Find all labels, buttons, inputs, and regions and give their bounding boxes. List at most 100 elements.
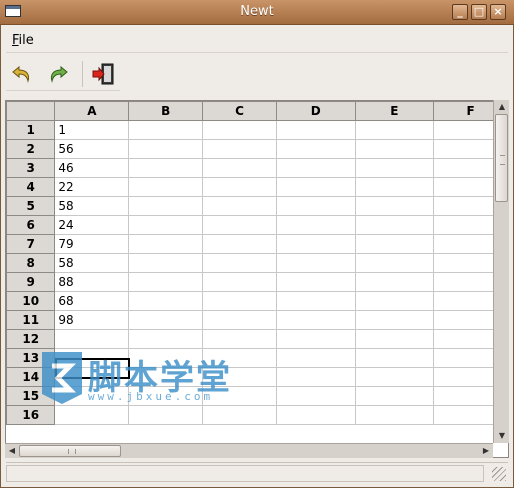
cell-e13[interactable]	[354, 348, 435, 368]
scroll-right-arrow-icon[interactable]: ▶	[479, 444, 493, 458]
cell-a15[interactable]	[54, 386, 130, 406]
cell-a13[interactable]	[54, 348, 130, 368]
cell-d11[interactable]	[275, 310, 356, 330]
row-header[interactable]: 6	[6, 215, 56, 235]
row-header[interactable]: 12	[6, 329, 56, 349]
cell-b5[interactable]	[128, 196, 204, 216]
row-header[interactable]: 4	[6, 177, 56, 197]
row-header[interactable]: 10	[6, 291, 56, 311]
cell-e16[interactable]	[354, 405, 435, 425]
column-header-a[interactable]: A	[54, 101, 130, 121]
cell-e6[interactable]	[354, 215, 435, 235]
cell-d6[interactable]	[275, 215, 356, 235]
cell-d7[interactable]	[275, 234, 356, 254]
cell-c16[interactable]	[202, 405, 277, 425]
cell-a5[interactable]: 58	[54, 196, 130, 216]
cell-c8[interactable]	[202, 253, 277, 273]
cell-b3[interactable]	[128, 158, 204, 178]
redo-button[interactable]	[44, 61, 70, 87]
cell-c10[interactable]	[202, 291, 277, 311]
cell-a7[interactable]: 79	[54, 234, 130, 254]
cell-a8[interactable]: 58	[54, 253, 130, 273]
horizontal-scrollbar[interactable]: ◀ ▶	[5, 443, 493, 458]
cell-e7[interactable]	[354, 234, 435, 254]
cell-b14[interactable]	[128, 367, 204, 387]
cell-c14[interactable]	[202, 367, 277, 387]
cell-b15[interactable]	[128, 386, 204, 406]
row-header[interactable]: 11	[6, 310, 56, 330]
cell-d3[interactable]	[275, 158, 356, 178]
cell-e15[interactable]	[354, 386, 435, 406]
cell-d5[interactable]	[275, 196, 356, 216]
cell-b11[interactable]	[128, 310, 204, 330]
cell-d16[interactable]	[275, 405, 356, 425]
horizontal-scroll-thumb[interactable]	[19, 445, 121, 457]
row-header[interactable]: 8	[6, 253, 56, 273]
cell-d12[interactable]	[275, 329, 356, 349]
cell-d2[interactable]	[275, 139, 356, 159]
cell-b1[interactable]	[128, 120, 204, 140]
cell-c13[interactable]	[202, 348, 277, 368]
cell-e5[interactable]	[354, 196, 435, 216]
cell-b8[interactable]	[128, 253, 204, 273]
cell-a12[interactable]	[54, 329, 130, 349]
cell-c2[interactable]	[202, 139, 277, 159]
scroll-left-arrow-icon[interactable]: ◀	[5, 444, 19, 458]
cell-d4[interactable]	[275, 177, 356, 197]
cell-a1[interactable]: 1	[54, 120, 130, 140]
cell-a14[interactable]	[54, 367, 130, 387]
cell-c7[interactable]	[202, 234, 277, 254]
titlebar[interactable]: Newt _ □ ×	[0, 0, 514, 25]
cell-d10[interactable]	[275, 291, 356, 311]
cell-e14[interactable]	[354, 367, 435, 387]
cell-e2[interactable]	[354, 139, 435, 159]
row-header[interactable]: 2	[6, 139, 56, 159]
cell-e12[interactable]	[354, 329, 435, 349]
cell-b13[interactable]	[128, 348, 204, 368]
minimize-button[interactable]: _	[452, 4, 468, 20]
cell-b9[interactable]	[128, 272, 204, 292]
cell-e3[interactable]	[354, 158, 435, 178]
cell-c3[interactable]	[202, 158, 277, 178]
cell-d8[interactable]	[275, 253, 356, 273]
corner-cell[interactable]	[6, 101, 56, 121]
row-header[interactable]: 15	[6, 386, 56, 406]
vertical-scrollbar[interactable]: ▲ ▼	[493, 100, 509, 443]
cell-b6[interactable]	[128, 215, 204, 235]
close-button[interactable]: ×	[490, 4, 506, 20]
cell-c11[interactable]	[202, 310, 277, 330]
cell-d15[interactable]	[275, 386, 356, 406]
cell-a4[interactable]: 22	[54, 177, 130, 197]
cell-d1[interactable]	[275, 120, 356, 140]
cell-c12[interactable]	[202, 329, 277, 349]
menu-file[interactable]: File	[12, 33, 34, 48]
cell-c15[interactable]	[202, 386, 277, 406]
column-header-d[interactable]: D	[275, 101, 356, 121]
scroll-up-arrow-icon[interactable]: ▲	[495, 100, 509, 114]
row-header[interactable]: 7	[6, 234, 56, 254]
cell-b16[interactable]	[128, 405, 204, 425]
cell-a6[interactable]: 24	[54, 215, 130, 235]
cell-c5[interactable]	[202, 196, 277, 216]
vertical-scroll-thumb[interactable]	[495, 114, 508, 202]
cell-e11[interactable]	[354, 310, 435, 330]
spreadsheet-grid[interactable]: ABCDEF 1 1 2 56 3 46 4 22 5 58 6 24 7 79 8 58 9 88 10 68 11 9…	[5, 100, 509, 458]
column-header-e[interactable]: E	[354, 101, 435, 121]
cell-a3[interactable]: 46	[54, 158, 130, 178]
row-header[interactable]: 5	[6, 196, 56, 216]
cell-e8[interactable]	[354, 253, 435, 273]
cell-b7[interactable]	[128, 234, 204, 254]
row-header[interactable]: 16	[6, 405, 56, 425]
resize-grip-icon[interactable]	[492, 467, 506, 481]
column-header-b[interactable]: B	[128, 101, 204, 121]
row-header[interactable]: 9	[6, 272, 56, 292]
row-header[interactable]: 13	[6, 348, 56, 368]
cell-c6[interactable]	[202, 215, 277, 235]
row-header[interactable]: 1	[6, 120, 56, 140]
cell-b2[interactable]	[128, 139, 204, 159]
cell-e1[interactable]	[354, 120, 435, 140]
undo-button[interactable]	[10, 61, 36, 87]
cell-b10[interactable]	[128, 291, 204, 311]
cell-c1[interactable]	[202, 120, 277, 140]
row-header[interactable]: 14	[6, 367, 56, 387]
